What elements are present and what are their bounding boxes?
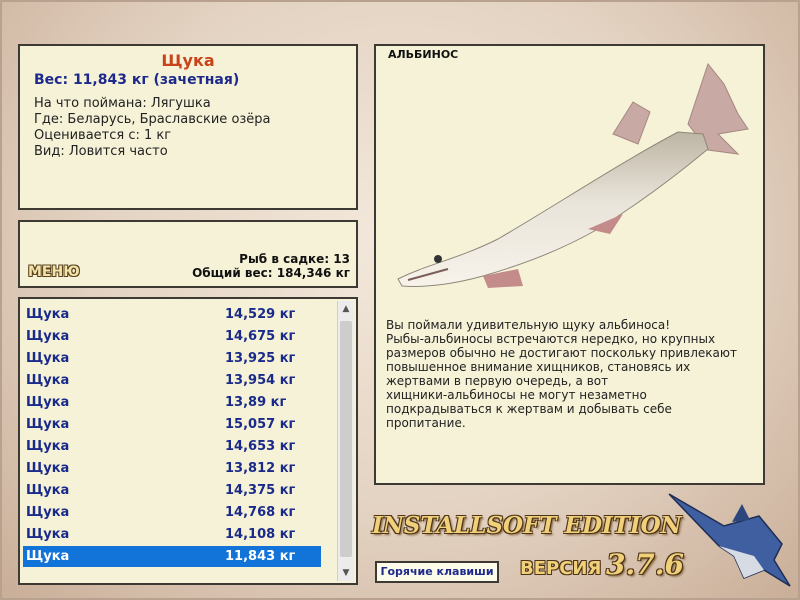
- catch-fish-name: Щука: [26, 527, 70, 542]
- catch-fish-weight: 11,843 кг: [225, 549, 296, 564]
- catch-fish-name: Щука: [26, 417, 70, 432]
- catch-fish-weight: 14,653 кг: [225, 439, 296, 454]
- version-label: ВЕРСИЯ: [520, 558, 602, 579]
- edition-logo: INSTALLSOFT EDITION: [372, 512, 682, 539]
- catch-list-item[interactable]: Щука 14,653 кг: [23, 436, 321, 457]
- description-line: размеров обычно не достигают поскольку п…: [386, 346, 737, 360]
- catch-list-item[interactable]: Щука 13,925 кг: [23, 348, 321, 369]
- catch-fish-name: Щука: [26, 505, 70, 520]
- scroll-down-icon[interactable]: ▼: [338, 565, 354, 581]
- fish-weight: Вес: 11,843 кг (зачетная): [34, 72, 240, 88]
- catch-list-item[interactable]: Щука 14,375 кг: [23, 480, 321, 501]
- rating-info: Оценивается с: 1 кг: [34, 128, 172, 143]
- place-info: Где: Беларусь, Браславские озёра: [34, 112, 271, 127]
- catch-fish-name: Щука: [26, 461, 70, 476]
- catch-list: Щука 14,529 кг Щука 14,675 кг Щука 13,925 кг Щ…: [23, 302, 339, 580]
- scroll-up-icon[interactable]: ▲: [338, 301, 354, 317]
- catch-fish-name: Щука: [26, 483, 70, 498]
- catch-list-item[interactable]: Щука 13,89 кг: [23, 392, 321, 413]
- menu-button[interactable]: МЕНЮ: [28, 264, 80, 280]
- description-line: Вы поймали удивительную щуку альбиноса!: [386, 318, 671, 332]
- description-line: подкрадываться к жертвам и добывать себе: [386, 402, 672, 416]
- catch-list-item[interactable]: Щука 14,675 кг: [23, 326, 321, 347]
- scroll-thumb[interactable]: [340, 321, 352, 557]
- description-line: Рыбы-альбиносы встречаются нередко, но к…: [386, 332, 716, 346]
- catch-list-item[interactable]: Щука 14,108 кг: [23, 524, 321, 545]
- catch-list-item[interactable]: Щука 11,843 кг: [23, 546, 321, 567]
- catch-fish-name: Щука: [26, 329, 70, 344]
- fish-description-panel: АЛЬБИНОС Вы поймали удивительную щуку ал…: [374, 44, 765, 485]
- catch-fish-weight: 13,812 кг: [225, 461, 296, 476]
- bait-info: На что поймана: Лягушка: [34, 96, 211, 111]
- catch-fish-name: Щука: [26, 395, 70, 410]
- albino-pike-picture: [397, 62, 749, 288]
- description-line: повышенное внимание хищников, становясь …: [386, 360, 691, 374]
- description-line: жертвами в первую очередь, а вот: [386, 374, 609, 388]
- catch-fish-weight: 13,89 кг: [225, 395, 287, 410]
- catch-fish-weight: 14,529 кг: [225, 307, 296, 322]
- catch-fish-weight: 15,057 кг: [225, 417, 296, 432]
- catch-fish-name: Щука: [26, 373, 70, 388]
- catch-fish-weight: 14,675 кг: [225, 329, 296, 344]
- catch-fish-weight: 14,768 кг: [225, 505, 296, 520]
- fish-info-panel: Щука Вес: 11,843 кг (зачетная) На что по…: [18, 44, 358, 210]
- catch-list-item[interactable]: Щука 14,768 кг: [23, 502, 321, 523]
- fish-name: Щука: [161, 51, 215, 70]
- catch-list-item[interactable]: Щука 15,057 кг: [23, 414, 321, 435]
- description-line: пропитание.: [386, 416, 466, 430]
- catch-fish-weight: 14,375 кг: [225, 483, 296, 498]
- catch-fish-name: Щука: [26, 439, 70, 454]
- fish-count: Рыб в садке: 13: [239, 252, 350, 266]
- total-weight: Общий вес: 184,346 кг: [192, 266, 350, 280]
- catch-fish-weight: 13,954 кг: [225, 373, 296, 388]
- catch-fish-weight: 13,925 кг: [225, 351, 296, 366]
- catch-list-item[interactable]: Щука 13,812 кг: [23, 458, 321, 479]
- catch-list-item[interactable]: Щука 14,529 кг: [23, 304, 321, 325]
- catch-fish-name: Щука: [26, 549, 70, 564]
- description-line: хищники-альбиносы не могут незаметно: [386, 388, 647, 402]
- list-scrollbar[interactable]: ▲ ▼: [337, 301, 354, 581]
- catch-list-item[interactable]: Щука 13,954 кг: [23, 370, 321, 391]
- hotkeys-button[interactable]: Горячие клавиши: [375, 561, 499, 583]
- kind-info: Вид: Ловится часто: [34, 144, 168, 159]
- catch-fish-name: Щука: [26, 307, 70, 322]
- keepnet-summary-panel: МЕНЮ Рыб в садке: 13 Общий вес: 184,346 …: [18, 220, 358, 288]
- catch-list-panel: Щука 14,529 кг Щука 14,675 кг Щука 13,925 кг Щ…: [18, 297, 358, 585]
- marlin-logo-icon: [668, 493, 791, 587]
- catch-fish-name: Щука: [26, 351, 70, 366]
- catch-fish-weight: 14,108 кг: [225, 527, 296, 542]
